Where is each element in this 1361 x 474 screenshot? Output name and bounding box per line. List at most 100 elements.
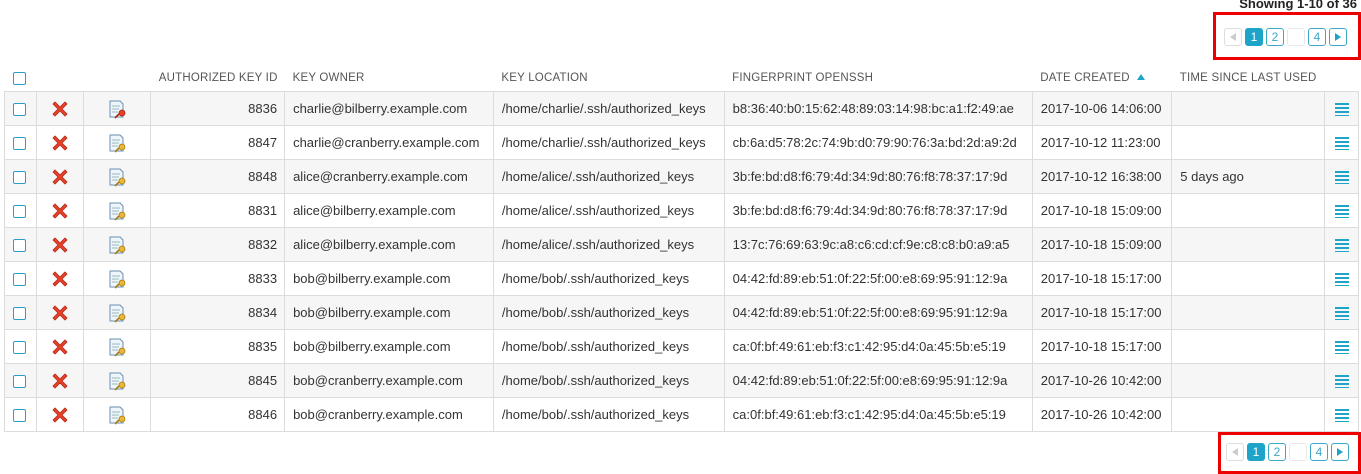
table-row[interactable]: 8845 bob@cranberry.example.com /home/bob…	[4, 363, 1359, 398]
row-select-cell	[4, 125, 37, 160]
edit-key-icon[interactable]	[106, 234, 128, 256]
delete-icon[interactable]	[50, 99, 70, 119]
row-menu-icon[interactable]	[1334, 272, 1349, 287]
edit-key-icon[interactable]	[106, 336, 128, 358]
cell-key-location: /home/bob/.ssh/authorized_keys	[492, 397, 725, 432]
edit-cell	[82, 193, 152, 228]
top-pagination: 1 2 4	[1224, 28, 1347, 46]
select-all-checkbox[interactable]	[12, 71, 26, 85]
page-4-button[interactable]: 4	[1310, 443, 1328, 461]
table-row[interactable]: 8836 charlie@bilberry.example.com /home/…	[4, 91, 1359, 126]
row-checkbox[interactable]	[13, 239, 26, 253]
row-checkbox[interactable]	[13, 205, 26, 219]
edit-cell	[82, 397, 152, 432]
header-authorized-key-id[interactable]: AUTHORIZED KEY ID	[151, 65, 285, 92]
delete-cell	[35, 261, 84, 296]
header-time-since-last-used[interactable]: TIME SINCE LAST USED	[1172, 65, 1325, 92]
delete-icon[interactable]	[50, 371, 70, 391]
row-checkbox[interactable]	[13, 273, 26, 287]
table-row[interactable]: 8834 bob@bilberry.example.com /home/bob/…	[4, 295, 1359, 330]
row-menu-icon[interactable]	[1334, 340, 1349, 355]
header-fingerprint[interactable]: FINGERPRINT OPENSSH	[724, 65, 1032, 92]
page-1-button[interactable]: 1	[1247, 443, 1265, 461]
page-2-button[interactable]: 2	[1268, 443, 1286, 461]
delete-icon[interactable]	[50, 133, 70, 153]
row-select-cell	[4, 91, 37, 126]
row-menu-icon[interactable]	[1334, 170, 1349, 185]
cell-fingerprint: 13:7c:76:69:63:9c:a8:c6:cd:cf:9e:c8:c8:b…	[723, 227, 1033, 262]
row-menu-icon[interactable]	[1334, 136, 1349, 151]
cell-date-created: 2017-10-12 11:23:00	[1031, 125, 1173, 160]
delete-icon[interactable]	[50, 269, 70, 289]
table-row[interactable]: 8835 bob@bilberry.example.com /home/bob/…	[4, 329, 1359, 364]
header-date-created[interactable]: DATE CREATED	[1032, 65, 1172, 92]
edit-cell	[82, 295, 152, 330]
cell-date-created: 2017-10-12 16:38:00	[1031, 159, 1173, 194]
page-4-button[interactable]: 4	[1308, 28, 1326, 46]
page-gap	[1287, 28, 1305, 46]
cell-authorized-key-id: 8833	[150, 261, 286, 296]
table-row[interactable]: 8831 alice@bilberry.example.com /home/al…	[4, 193, 1359, 228]
table-row[interactable]: 8846 bob@cranberry.example.com /home/bob…	[4, 397, 1359, 432]
row-checkbox[interactable]	[13, 137, 26, 151]
delete-icon[interactable]	[50, 235, 70, 255]
row-select-cell	[4, 159, 37, 194]
table-row[interactable]: 8847 charlie@cranberry.example.com /home…	[4, 125, 1359, 160]
edit-key-icon[interactable]	[106, 404, 128, 426]
row-checkbox[interactable]	[13, 375, 26, 389]
cell-time-since-last-used	[1171, 397, 1326, 432]
next-page-button[interactable]	[1329, 28, 1347, 46]
delete-icon[interactable]	[50, 303, 70, 323]
delete-icon[interactable]	[50, 167, 70, 187]
cell-fingerprint: ca:0f:bf:49:61:eb:f3:c1:42:95:d4:0a:45:5…	[723, 397, 1033, 432]
edit-key-icon[interactable]	[106, 166, 128, 188]
row-menu-icon[interactable]	[1334, 204, 1349, 219]
delete-icon[interactable]	[50, 201, 70, 221]
row-menu-icon[interactable]	[1334, 408, 1349, 423]
row-checkbox[interactable]	[13, 171, 26, 185]
edit-cell	[82, 329, 152, 364]
edit-key-icon[interactable]	[106, 200, 128, 222]
table-row[interactable]: 8848 alice@cranberry.example.com /home/a…	[4, 159, 1359, 194]
page-1-button[interactable]: 1	[1245, 28, 1263, 46]
header-key-owner[interactable]: KEY OWNER	[285, 65, 494, 92]
edit-key-icon[interactable]	[106, 268, 128, 290]
delete-cell	[35, 91, 84, 126]
row-checkbox[interactable]	[13, 409, 26, 423]
header-key-location[interactable]: KEY LOCATION	[493, 65, 724, 92]
cell-key-owner: alice@bilberry.example.com	[284, 227, 494, 262]
row-checkbox[interactable]	[13, 307, 26, 321]
edit-key-alert-icon[interactable]	[106, 98, 128, 120]
row-select-cell	[4, 261, 37, 296]
cell-key-owner: bob@bilberry.example.com	[284, 329, 494, 364]
row-menu-icon[interactable]	[1334, 102, 1349, 117]
row-checkbox[interactable]	[13, 103, 26, 117]
cell-key-location: /home/alice/.ssh/authorized_keys	[492, 227, 725, 262]
prev-page-button[interactable]	[1226, 443, 1244, 461]
delete-cell	[35, 159, 84, 194]
results-count: Showing 1-10 of 36	[1239, 0, 1357, 11]
table-row[interactable]: 8832 alice@bilberry.example.com /home/al…	[4, 227, 1359, 262]
row-select-cell	[4, 295, 37, 330]
row-select-cell	[4, 227, 37, 262]
edit-key-icon[interactable]	[106, 370, 128, 392]
prev-page-button[interactable]	[1224, 28, 1242, 46]
delete-icon[interactable]	[50, 337, 70, 357]
edit-key-icon[interactable]	[106, 302, 128, 324]
row-checkbox[interactable]	[13, 341, 26, 355]
cell-key-location: /home/bob/.ssh/authorized_keys	[492, 261, 725, 296]
delete-icon[interactable]	[50, 405, 70, 425]
row-menu-icon[interactable]	[1334, 374, 1349, 389]
row-menu-icon[interactable]	[1334, 238, 1349, 253]
cell-date-created: 2017-10-18 15:09:00	[1031, 193, 1173, 228]
delete-cell	[35, 295, 84, 330]
table-row[interactable]: 8833 bob@bilberry.example.com /home/bob/…	[4, 261, 1359, 296]
row-menu-icon[interactable]	[1334, 306, 1349, 321]
edit-cell	[82, 159, 152, 194]
page-2-button[interactable]: 2	[1266, 28, 1284, 46]
next-page-button[interactable]	[1331, 443, 1349, 461]
delete-cell	[35, 227, 84, 262]
delete-cell	[35, 125, 84, 160]
edit-key-icon[interactable]	[106, 132, 128, 154]
row-menu-cell	[1324, 159, 1359, 194]
